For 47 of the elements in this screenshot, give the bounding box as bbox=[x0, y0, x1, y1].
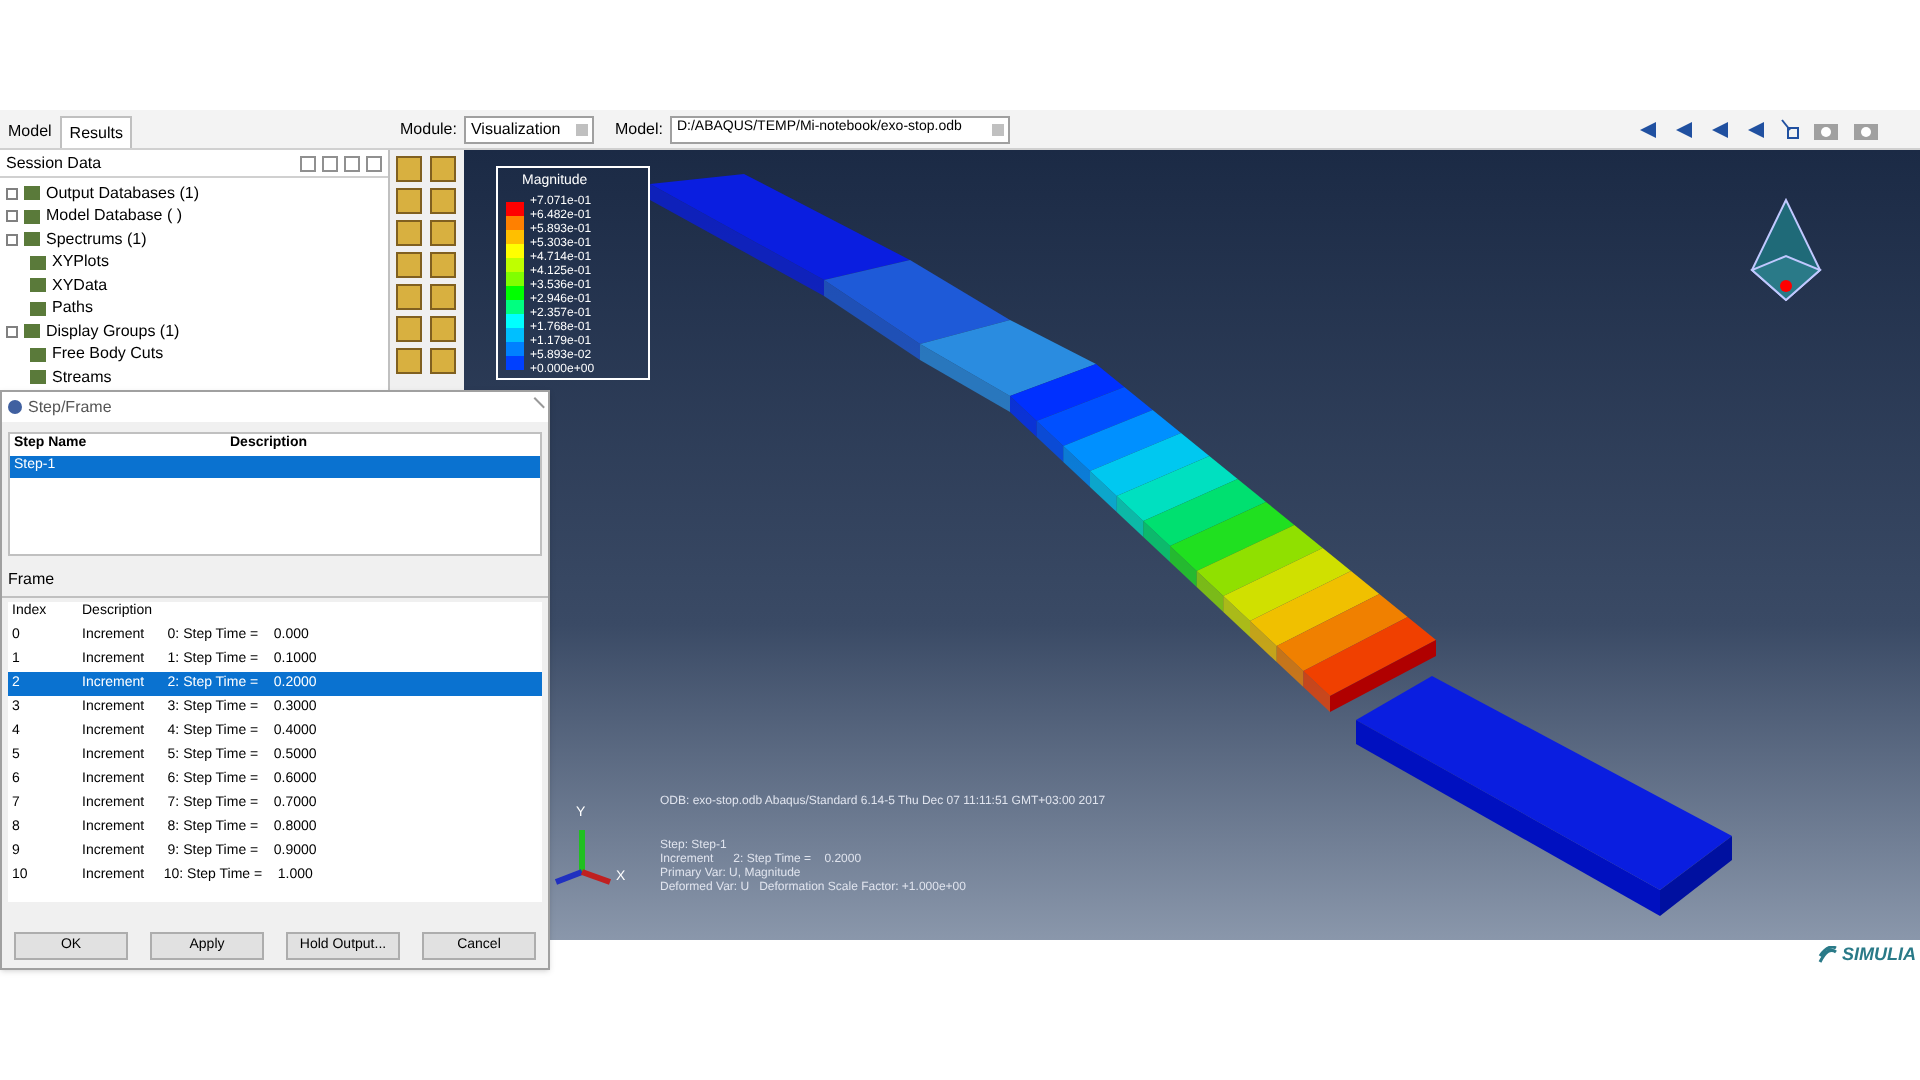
module-label: Module: bbox=[400, 117, 457, 141]
dialog-title: Step/Frame bbox=[28, 395, 112, 419]
tool-icon[interactable] bbox=[430, 220, 456, 246]
tree-node-icon bbox=[24, 232, 40, 247]
tool-icon[interactable] bbox=[430, 188, 456, 214]
tool-icon[interactable] bbox=[396, 188, 422, 214]
tool-icon[interactable] bbox=[396, 220, 422, 246]
tab[interactable]: Results bbox=[59, 116, 133, 148]
tool-icon[interactable] bbox=[430, 316, 456, 342]
tree-item[interactable]: Display Groups (1) bbox=[46, 319, 180, 344]
tab[interactable]: Model bbox=[0, 116, 60, 148]
tool-icon[interactable] bbox=[430, 252, 456, 278]
tree-node-icon bbox=[30, 370, 46, 385]
dialog-gear-icon bbox=[8, 400, 22, 414]
tree-item[interactable]: XYData bbox=[52, 273, 108, 298]
model-label: Model: bbox=[614, 117, 663, 141]
axis-triad-icon bbox=[554, 830, 611, 885]
view-orientation-triad-icon bbox=[1750, 197, 1822, 302]
tool-icon[interactable] bbox=[396, 284, 422, 310]
module-dropdown[interactable]: Visualization bbox=[464, 115, 595, 143]
tree-node-icon bbox=[30, 255, 46, 270]
tree-node-icon bbox=[24, 209, 40, 224]
frame-section-title: Frame bbox=[8, 567, 55, 591]
tool-icon[interactable] bbox=[430, 284, 456, 310]
tool-icon[interactable] bbox=[396, 316, 422, 342]
tree-item[interactable]: Output Databases (1) bbox=[46, 181, 199, 206]
tree-item[interactable]: Streams bbox=[52, 365, 112, 390]
tree-item[interactable]: Model Database ( ) bbox=[46, 204, 183, 229]
tool-icon[interactable] bbox=[430, 156, 456, 182]
tool-icon[interactable] bbox=[430, 348, 456, 374]
tree-node-icon bbox=[30, 301, 46, 316]
tree-node-icon bbox=[24, 186, 40, 201]
tree-node-icon bbox=[24, 324, 40, 339]
tree-item[interactable]: Free Body Cuts bbox=[52, 342, 164, 367]
cursor-icon[interactable] bbox=[1780, 117, 1800, 141]
expander-icon[interactable] bbox=[6, 325, 18, 338]
tree-item[interactable]: XYPlots bbox=[52, 250, 109, 275]
tree-node-icon bbox=[30, 347, 46, 362]
tool-icon[interactable] bbox=[396, 348, 422, 374]
tree-node-icon bbox=[30, 278, 46, 293]
logo-text: SIMULIA bbox=[1842, 941, 1916, 968]
session-data-title: Session Data bbox=[6, 151, 102, 175]
tool-icon[interactable] bbox=[396, 156, 422, 182]
tree-item[interactable]: Spectrums (1) bbox=[46, 227, 147, 252]
tree-item[interactable]: Paths bbox=[52, 296, 93, 321]
logo-icon bbox=[1818, 945, 1838, 965]
tool-icon[interactable] bbox=[396, 252, 422, 278]
